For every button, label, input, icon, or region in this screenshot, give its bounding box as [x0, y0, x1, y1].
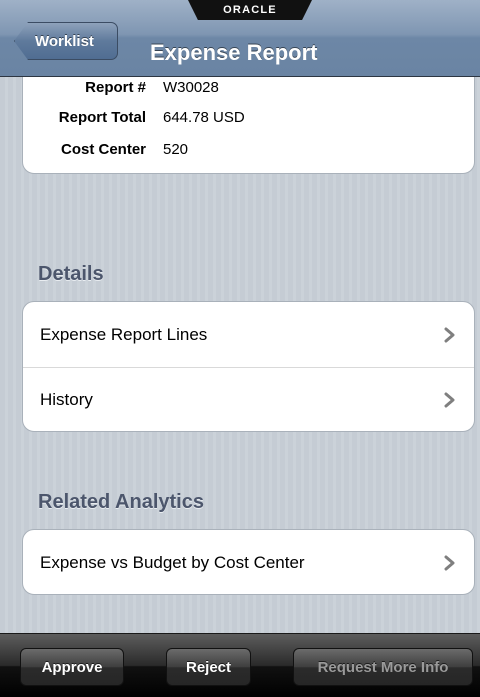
summary-label: Cost Center — [60, 141, 146, 158]
worklist-back-button[interactable]: Worklist — [14, 22, 118, 60]
report-summary-card: Report # W30028 Report Total 644.78 USD … — [22, 60, 475, 174]
summary-row-report-number: Report # W30028 — [23, 79, 474, 103]
action-toolbar: Approve Reject Request More Info — [0, 633, 480, 697]
chevron-right-icon — [444, 327, 455, 342]
worklist-back-label: Worklist — [35, 32, 94, 50]
summary-row-cost-center: Cost Center 520 — [23, 141, 474, 165]
oracle-logo: ORACLE — [188, 0, 312, 20]
summary-value: 520 — [163, 141, 189, 158]
summary-label: Report Total — [58, 109, 146, 126]
row-label: Expense vs Budget by Cost Center — [40, 552, 305, 572]
expense-vs-budget-row[interactable]: Expense vs Budget by Cost Center — [23, 530, 474, 594]
related-analytics-section-header: Related Analytics — [38, 491, 204, 513]
approve-button[interactable]: Approve — [20, 648, 124, 686]
reject-button[interactable]: Reject — [166, 648, 251, 686]
chevron-right-icon — [444, 555, 455, 570]
chevron-right-icon — [444, 392, 455, 408]
summary-row-report-total: Report Total 644.78 USD — [23, 109, 474, 133]
details-group: Expense Report Lines History — [22, 301, 475, 432]
expense-report-lines-row[interactable]: Expense Report Lines — [23, 302, 474, 367]
history-row[interactable]: History — [23, 367, 474, 431]
summary-value: 644.78 USD — [163, 109, 245, 126]
summary-label: Report # — [85, 79, 146, 96]
details-section-header: Details — [38, 263, 104, 285]
request-more-info-button[interactable]: Request More Info — [293, 648, 473, 686]
oracle-logo-text: ORACLE — [223, 4, 277, 16]
related-analytics-group: Expense vs Budget by Cost Center — [22, 529, 475, 595]
row-label: Expense Report Lines — [40, 324, 208, 344]
row-label: History — [40, 390, 93, 409]
summary-value: W30028 — [163, 79, 219, 96]
